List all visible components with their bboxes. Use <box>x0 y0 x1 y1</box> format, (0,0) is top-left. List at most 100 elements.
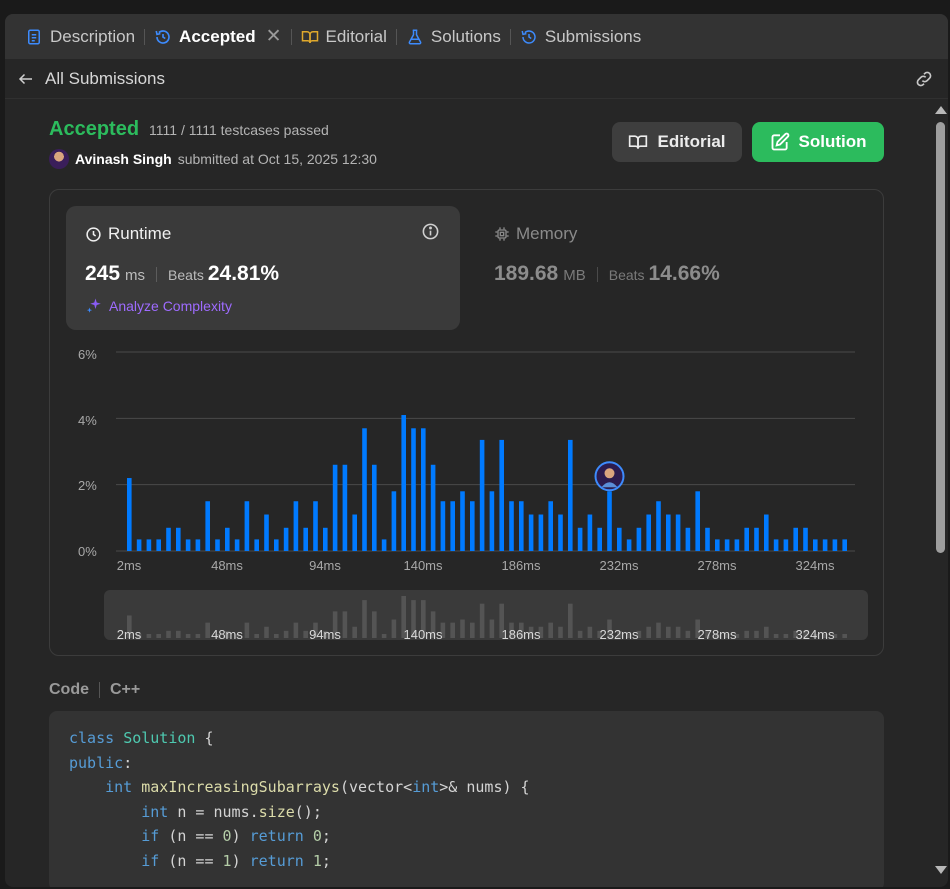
distribution-bar[interactable] <box>499 439 504 551</box>
distribution-bar[interactable] <box>538 514 544 551</box>
distribution-bar[interactable] <box>734 539 740 551</box>
distribution-bar[interactable] <box>597 527 602 551</box>
avatar[interactable] <box>49 149 69 169</box>
distribution-bar[interactable] <box>666 514 671 551</box>
distribution-bar[interactable] <box>822 539 828 551</box>
distribution-bar[interactable] <box>264 514 269 551</box>
distribution-bar[interactable] <box>205 501 210 551</box>
distribution-bar[interactable] <box>411 428 416 551</box>
distribution-bar[interactable] <box>254 539 259 551</box>
range-selector-bar <box>264 626 269 638</box>
distribution-bar[interactable] <box>332 464 338 551</box>
distribution-bar[interactable] <box>303 527 308 551</box>
distribution-bar[interactable] <box>656 501 661 551</box>
distribution-bar[interactable] <box>430 464 436 551</box>
distribution-bar[interactable] <box>352 514 357 551</box>
distribution-bar[interactable] <box>421 428 426 551</box>
distribution-bar[interactable] <box>587 514 593 551</box>
distribution-bar[interactable] <box>323 527 328 551</box>
distribution-bar[interactable] <box>842 539 847 551</box>
runtime-distribution-chart[interactable] <box>50 190 885 657</box>
code-token: (); <box>294 802 322 821</box>
distribution-bar[interactable] <box>724 539 730 551</box>
distribution-bar[interactable] <box>548 501 553 551</box>
distribution-bar[interactable] <box>234 539 240 551</box>
scrollbar-thumb[interactable] <box>936 122 945 553</box>
tab-accepted[interactable]: Accepted ✕ <box>148 14 287 59</box>
distribution-bar[interactable] <box>803 527 808 551</box>
distribution-bar[interactable] <box>744 527 749 551</box>
distribution-bar[interactable] <box>705 527 710 551</box>
distribution-bar[interactable] <box>244 501 250 551</box>
all-submissions-link[interactable]: All Submissions <box>45 69 165 89</box>
distribution-bar[interactable] <box>773 539 779 551</box>
distribution-bar[interactable] <box>127 478 132 551</box>
distribution-bar[interactable] <box>568 439 573 551</box>
distribution-bar[interactable] <box>185 539 191 551</box>
distribution-bar[interactable] <box>617 527 622 551</box>
tab-solutions[interactable]: Solutions <box>400 14 507 59</box>
distribution-bar[interactable] <box>754 527 759 551</box>
distribution-bar[interactable] <box>381 539 387 551</box>
scroll-up-arrow[interactable] <box>935 106 947 114</box>
distribution-bar[interactable] <box>489 491 495 551</box>
distribution-bar[interactable] <box>215 539 220 551</box>
distribution-bar[interactable] <box>636 527 642 551</box>
distribution-bar[interactable] <box>391 491 397 551</box>
distribution-bar[interactable] <box>558 514 563 551</box>
user-position-marker[interactable] <box>594 461 625 492</box>
distribution-bar[interactable] <box>519 501 524 551</box>
distribution-bar[interactable] <box>577 527 583 551</box>
distribution-bar[interactable] <box>176 527 181 551</box>
scroll-down-arrow[interactable] <box>935 866 947 874</box>
solution-button[interactable]: Solution <box>752 122 884 162</box>
distribution-bar[interactable] <box>146 539 152 551</box>
distribution-bar[interactable] <box>440 501 446 551</box>
tab-editorial[interactable]: Editorial <box>295 14 393 59</box>
distribution-bar[interactable] <box>450 501 455 551</box>
distribution-bar[interactable] <box>195 539 201 551</box>
distribution-bar[interactable] <box>626 539 632 551</box>
distribution-bar[interactable] <box>832 539 838 551</box>
author-name[interactable]: Avinash Singh <box>75 151 172 167</box>
distribution-bar[interactable] <box>695 491 700 551</box>
distribution-bar[interactable] <box>793 527 798 551</box>
distribution-bar[interactable] <box>460 491 465 551</box>
distribution-bar[interactable] <box>136 539 142 551</box>
tab-description[interactable]: Description <box>19 14 141 59</box>
distribution-bar[interactable] <box>764 514 769 551</box>
arrow-left-icon[interactable] <box>17 70 35 88</box>
distribution-bar[interactable] <box>166 527 171 551</box>
distribution-bar[interactable] <box>401 415 406 551</box>
link-icon[interactable] <box>914 69 934 89</box>
distribution-bar[interactable] <box>675 514 681 551</box>
distribution-bar[interactable] <box>274 539 279 551</box>
distribution-bar[interactable] <box>283 527 289 551</box>
distribution-bar[interactable] <box>225 527 230 551</box>
distribution-bar[interactable] <box>813 539 818 551</box>
distribution-bar[interactable] <box>607 491 612 551</box>
code-language: C++ <box>110 681 141 698</box>
distribution-bar[interactable] <box>783 539 789 551</box>
distribution-bar[interactable] <box>372 464 377 551</box>
distribution-bar[interactable] <box>646 514 651 551</box>
code-token: int <box>105 778 133 796</box>
code-block[interactable]: class Solution {public: int maxIncreasin… <box>49 711 884 887</box>
distribution-bar[interactable] <box>470 501 475 551</box>
distribution-bar[interactable] <box>685 527 691 551</box>
distribution-bar[interactable] <box>528 514 534 551</box>
distribution-bar[interactable] <box>479 439 485 551</box>
distribution-bar[interactable] <box>313 501 318 551</box>
close-icon[interactable]: ✕ <box>266 25 282 48</box>
editorial-button[interactable]: Editorial <box>612 122 742 162</box>
scrollbar[interactable] <box>934 104 947 876</box>
distribution-bar[interactable] <box>362 428 367 551</box>
distribution-bar[interactable] <box>156 539 161 551</box>
distribution-bar[interactable] <box>509 501 514 551</box>
tab-submissions[interactable]: Submissions <box>514 14 647 59</box>
distribution-bar[interactable] <box>715 539 720 551</box>
distribution-bar[interactable] <box>342 464 348 551</box>
distribution-bar[interactable] <box>293 501 299 551</box>
